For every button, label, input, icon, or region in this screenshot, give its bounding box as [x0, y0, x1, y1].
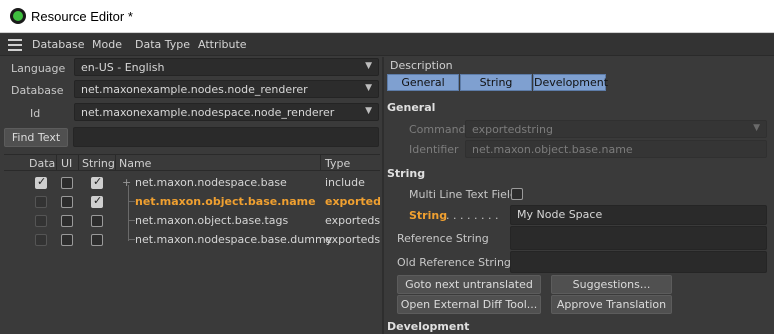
- multiline-checkbox[interactable]: [511, 188, 523, 200]
- col-type[interactable]: Type: [325, 157, 350, 170]
- command-value: exportedstring: [472, 123, 553, 136]
- table-header: Data UI String Name Type: [4, 154, 380, 171]
- chevron-down-icon: ▼: [365, 106, 372, 116]
- id-label: Id: [30, 107, 41, 120]
- chevron-down-icon: ▼: [753, 123, 760, 133]
- string-checkbox[interactable]: [91, 175, 103, 189]
- col-ui[interactable]: UI: [61, 157, 72, 170]
- menu-attribute[interactable]: Attribute: [198, 38, 247, 51]
- menu-data-type[interactable]: Data Type: [135, 38, 190, 51]
- row-name: net.maxon.object.base.tags: [135, 214, 289, 227]
- string-checkbox[interactable]: [91, 234, 103, 246]
- row-name: net.maxon.nodespace.base: [135, 176, 287, 189]
- database-label: Database: [11, 84, 64, 97]
- find-text-input[interactable]: [73, 127, 379, 147]
- database-value: net.maxonexample.nodes.node_renderer: [81, 83, 308, 96]
- id-dropdown[interactable]: net.maxonexample.nodespace.node_renderer…: [74, 103, 379, 121]
- command-label: Command: [409, 123, 466, 136]
- description-label: Description: [390, 59, 453, 72]
- string-field-label: String: [409, 209, 448, 222]
- cinema4d-app-icon: [10, 8, 26, 24]
- string-input[interactable]: My Node Space: [510, 205, 767, 225]
- menu-bar: Database Mode Data Type Attribute: [0, 34, 774, 56]
- table-row[interactable]: net.maxon.object.base.tags exportedstrin…: [4, 212, 380, 231]
- suggestions-button[interactable]: Suggestions...: [551, 275, 672, 294]
- row-type: include: [325, 176, 365, 189]
- ui-checkbox[interactable]: [61, 196, 73, 208]
- col-data[interactable]: Data: [29, 157, 55, 170]
- data-checkbox[interactable]: [35, 215, 47, 227]
- tab-general[interactable]: General: [387, 74, 459, 91]
- goto-next-untranslated-button[interactable]: Goto next untranslated: [397, 275, 541, 294]
- menu-mode[interactable]: Mode: [92, 38, 122, 51]
- ui-checkbox[interactable]: [61, 234, 73, 246]
- string-section-title: String: [387, 167, 426, 180]
- find-text-button[interactable]: Find Text: [4, 128, 68, 147]
- chevron-down-icon: ▼: [365, 61, 372, 71]
- panel-divider[interactable]: [382, 57, 384, 334]
- row-name: net.maxon.nodespace.base.dummy: [135, 233, 333, 246]
- data-checkbox[interactable]: [35, 196, 47, 208]
- language-dropdown[interactable]: en-US - English ▼: [74, 58, 379, 76]
- reference-string-field[interactable]: [510, 226, 767, 250]
- row-type: exportedstring: [325, 233, 380, 246]
- command-dropdown: exportedstring ▼: [465, 120, 767, 138]
- data-checkbox[interactable]: [35, 234, 47, 246]
- multiline-label: Multi Line Text Field: [409, 188, 517, 201]
- row-name: net.maxon.object.base.name: [135, 195, 316, 208]
- id-value: net.maxonexample.nodespace.node_renderer: [81, 106, 335, 119]
- open-external-diff-tool-button[interactable]: Open External Diff Tool...: [397, 295, 541, 314]
- language-value: en-US - English: [81, 61, 165, 74]
- old-reference-string-field[interactable]: [510, 251, 767, 273]
- title-bar: Resource Editor *: [0, 0, 774, 33]
- menu-database[interactable]: Database: [32, 38, 85, 51]
- expand-icon[interactable]: +: [122, 176, 131, 189]
- row-type: exportedstring: [325, 214, 380, 227]
- col-name[interactable]: Name: [119, 157, 151, 170]
- string-checkbox[interactable]: [91, 215, 103, 227]
- tab-development[interactable]: Development: [533, 74, 608, 91]
- ui-checkbox[interactable]: [61, 177, 73, 189]
- data-checkbox[interactable]: [35, 175, 47, 189]
- chevron-down-icon: ▼: [365, 83, 372, 93]
- row-type: exportedstring: [325, 195, 380, 208]
- string-checkbox[interactable]: [91, 194, 103, 208]
- approve-translation-button[interactable]: Approve Translation: [551, 295, 672, 314]
- table-row[interactable]: + net.maxon.nodespace.base include: [4, 174, 380, 193]
- language-label: Language: [11, 62, 66, 75]
- ui-checkbox[interactable]: [61, 215, 73, 227]
- window-title: Resource Editor *: [31, 9, 133, 24]
- identifier-label: Identifier: [409, 143, 459, 156]
- database-dropdown[interactable]: net.maxonexample.nodes.node_renderer ▼: [74, 80, 379, 98]
- tab-string[interactable]: String: [460, 74, 532, 91]
- string-dots: . . . . . . . .: [446, 209, 499, 222]
- reference-string-label: Reference String: [397, 232, 489, 245]
- table-row[interactable]: net.maxon.nodespace.base.dummy exporteds…: [4, 231, 380, 250]
- hamburger-menu-icon[interactable]: [8, 39, 22, 51]
- col-string[interactable]: String: [82, 157, 115, 170]
- general-section-title: General: [387, 101, 436, 114]
- old-reference-string-label: Old Reference String: [397, 256, 511, 269]
- table-row[interactable]: net.maxon.object.base.name exportedstrin…: [4, 193, 380, 212]
- development-section-title: Development: [387, 320, 470, 333]
- identifier-field: net.maxon.object.base.name: [465, 140, 767, 158]
